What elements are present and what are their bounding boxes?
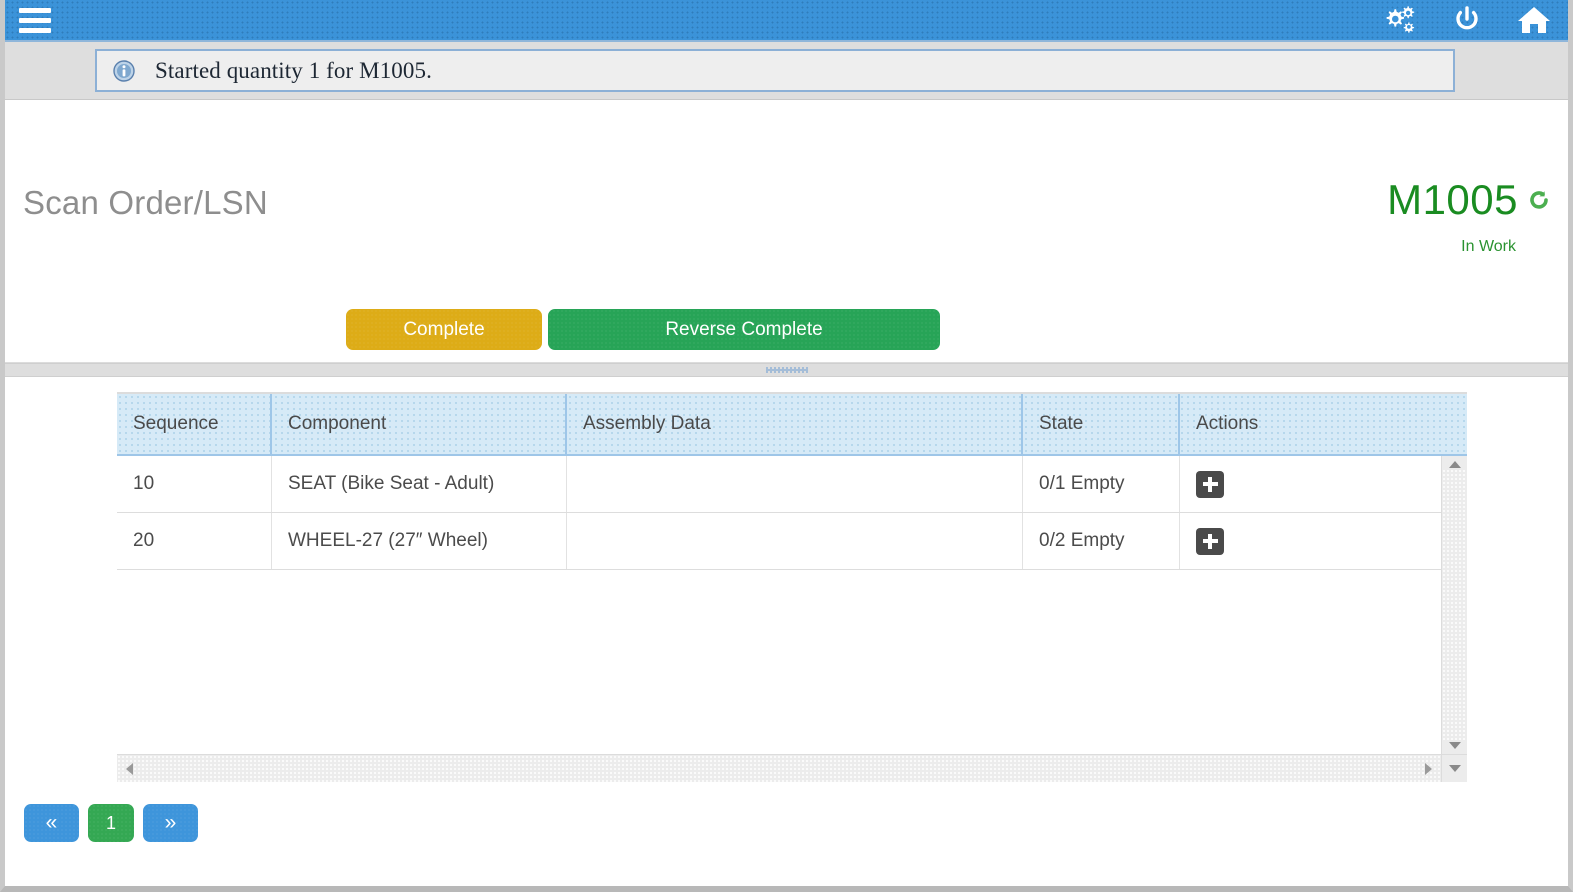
cell-assembly-data	[567, 513, 1023, 569]
cell-sequence: 20	[117, 513, 272, 569]
components-table-section: Sequence Component Assembly Data State A…	[5, 377, 1568, 850]
splitter-grip-icon	[765, 367, 808, 373]
power-icon[interactable]	[1452, 5, 1482, 35]
scrollbar-corner	[1441, 755, 1467, 782]
grid-vertical-scrollbar[interactable]	[1441, 456, 1467, 754]
info-icon	[113, 59, 135, 82]
cell-actions	[1180, 513, 1441, 569]
vertical-scroll-track[interactable]	[1442, 469, 1467, 741]
home-icon[interactable]	[1516, 4, 1552, 36]
cell-component: SEAT (Bike Seat - Adult)	[272, 456, 567, 512]
hamburger-bar	[19, 27, 51, 33]
hamburger-bar	[19, 7, 51, 13]
cell-state: 0/2 Empty	[1023, 513, 1180, 569]
page-title: Scan Order/LSN	[23, 184, 268, 221]
column-header-actions[interactable]: Actions	[1180, 394, 1441, 456]
action-button-row: Complete Reverse Complete	[346, 309, 940, 350]
top-toolbar-actions	[1380, 4, 1552, 36]
message-bar-zone: Started quantity 1 for M1005.	[5, 42, 1568, 100]
order-status-block: M1005 In Work	[1387, 176, 1550, 256]
refresh-icon[interactable]	[1528, 189, 1550, 211]
add-assembly-data-plus-icon[interactable]	[1196, 527, 1224, 555]
pagination-page-1-button[interactable]: 1	[88, 804, 134, 842]
page-header-section: Scan Order/LSN M1005 In Work Complete Re…	[5, 100, 1568, 363]
add-assembly-data-plus-icon[interactable]	[1196, 470, 1224, 498]
grid-header-row: Sequence Component Assembly Data State A…	[117, 394, 1467, 456]
components-grid: Sequence Component Assembly Data State A…	[117, 392, 1467, 782]
panel-splitter[interactable]	[5, 363, 1568, 377]
pagination-next-button[interactable]: »	[143, 804, 198, 842]
column-header-sequence[interactable]: Sequence	[117, 394, 272, 456]
top-toolbar	[5, 0, 1568, 42]
order-id-row: M1005	[1387, 176, 1550, 224]
column-header-component[interactable]: Component	[272, 394, 567, 456]
status-message-bar[interactable]: Started quantity 1 for M1005.	[95, 49, 1455, 92]
grid-horizontal-scroll-row	[117, 754, 1467, 782]
scroll-up-arrow-icon[interactable]	[1448, 460, 1462, 469]
order-id: M1005	[1387, 176, 1518, 223]
table-row[interactable]: 10 SEAT (Bike Seat - Adult) 0/1 Empty	[117, 456, 1441, 513]
grid-horizontal-scrollbar[interactable]	[117, 755, 1441, 782]
pagination-previous-button[interactable]: «	[24, 804, 79, 842]
cell-state: 0/1 Empty	[1023, 456, 1180, 512]
order-state-label: In Work	[1461, 238, 1516, 255]
complete-button[interactable]: Complete	[346, 309, 542, 350]
table-row[interactable]: 20 WHEEL-27 (27″ Wheel) 0/2 Empty	[117, 513, 1441, 570]
grid-body-area: 10 SEAT (Bike Seat - Adult) 0/1 Empty 20…	[117, 456, 1467, 754]
hamburger-menu-icon[interactable]	[19, 6, 53, 34]
application-window: Started quantity 1 for M1005. Scan Order…	[0, 0, 1573, 892]
cell-assembly-data	[567, 456, 1023, 512]
cell-component: WHEEL-27 (27″ Wheel)	[272, 513, 567, 569]
column-header-assembly-data[interactable]: Assembly Data	[567, 394, 1023, 456]
scroll-down-arrow-icon[interactable]	[1448, 741, 1462, 750]
hamburger-bar	[19, 17, 51, 23]
scroll-left-arrow-icon[interactable]	[125, 762, 134, 776]
cell-sequence: 10	[117, 456, 272, 512]
reverse-complete-button[interactable]: Reverse Complete	[548, 309, 940, 350]
status-message-text: Started quantity 1 for M1005.	[155, 57, 432, 83]
pagination-controls: « 1 »	[24, 804, 198, 842]
settings-gears-icon[interactable]	[1380, 5, 1418, 35]
scroll-right-arrow-icon[interactable]	[1424, 762, 1433, 776]
cell-actions	[1180, 456, 1441, 512]
grid-header-scroll-spacer	[1441, 394, 1467, 456]
grid-rows: 10 SEAT (Bike Seat - Adult) 0/1 Empty 20…	[117, 456, 1441, 754]
column-header-state[interactable]: State	[1023, 394, 1180, 456]
